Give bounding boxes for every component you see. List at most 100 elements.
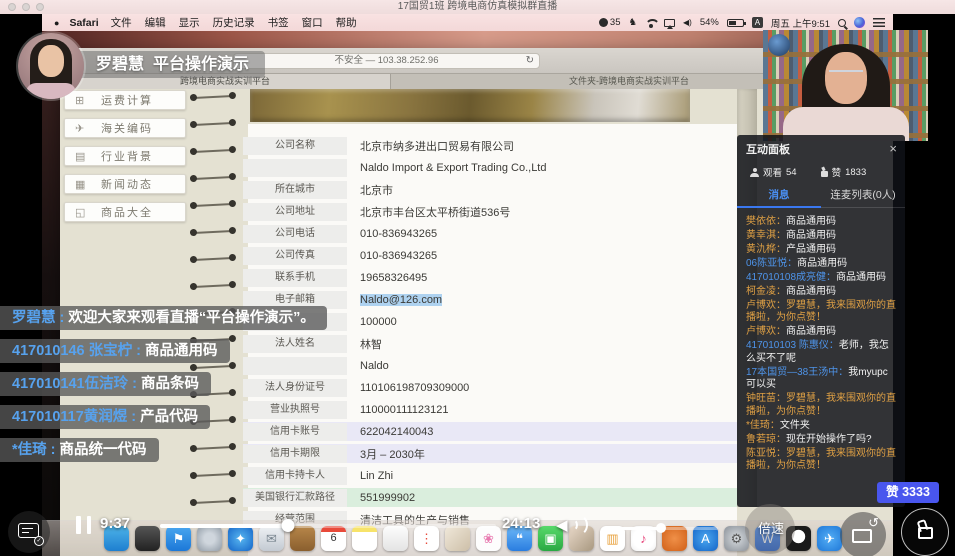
viewers-icon bbox=[750, 168, 759, 177]
spotlight-search-icon[interactable] bbox=[838, 19, 846, 27]
tab-mic-list[interactable]: 连麦列表(0人) bbox=[821, 187, 905, 202]
chat-sender-name: 柯金凌： bbox=[746, 286, 786, 297]
form-value[interactable]: 北京市 bbox=[360, 182, 393, 198]
form-value[interactable]: 北京市纳多进出口贸易有限公司 bbox=[360, 138, 514, 154]
form-value[interactable]: 010-836943265 bbox=[360, 228, 437, 240]
sidebar-item-products[interactable]: ◱ 商品大全 bbox=[64, 202, 186, 222]
form-value[interactable]: Naldo Import & Export Trading Co.,Ltd bbox=[360, 162, 546, 174]
interaction-panel: 互动面板 × 观看54 赞1833 消息 连麦列表(0人) 樊依依：商品通用码 … bbox=[737, 135, 905, 507]
dock-calendar-icon[interactable]: 6 bbox=[321, 526, 346, 551]
volume-icon[interactable]: ◀) bbox=[683, 18, 692, 27]
sidebar-item-icon: ◱ bbox=[75, 206, 101, 219]
dock-notes-icon[interactable] bbox=[352, 526, 377, 551]
dock-folder-icon[interactable] bbox=[290, 526, 315, 551]
input-method-icon[interactable]: A bbox=[752, 17, 763, 28]
chat-sender-name: *佳琦： bbox=[746, 420, 780, 431]
menubar-item[interactable]: 显示 bbox=[179, 15, 200, 30]
menubar-app-name[interactable]: Safari bbox=[69, 17, 98, 29]
dock-launchpad-icon[interactable] bbox=[197, 526, 222, 551]
sidebar-item-news[interactable]: ▦ 新闻动态 bbox=[64, 174, 186, 194]
address-bar[interactable]: 不安全 — 103.38.252.96 ↻ bbox=[233, 53, 540, 69]
dock-mail-icon[interactable]: ✉ bbox=[259, 526, 284, 551]
form-value[interactable]: 100000 bbox=[360, 316, 397, 328]
airplay-icon[interactable] bbox=[664, 19, 675, 27]
sidebar-item-icon: ✈ bbox=[75, 122, 101, 135]
menubar-item[interactable]: 历史记录 bbox=[213, 15, 255, 30]
dock-keynote-icon[interactable]: ⚑ bbox=[166, 526, 191, 551]
playback-speed-button[interactable]: 倍速 bbox=[748, 518, 794, 537]
dock-photos-icon[interactable]: ❀ bbox=[476, 526, 501, 551]
menubar-item[interactable]: 书签 bbox=[268, 15, 289, 30]
chat-message-text: 商品通用码 bbox=[786, 286, 836, 297]
current-time: 9:37 bbox=[100, 515, 130, 532]
dock-dark-app-icon[interactable] bbox=[135, 526, 160, 551]
globe-decoration bbox=[768, 34, 790, 56]
binder-ring bbox=[196, 500, 230, 504]
form-value[interactable]: Lin Zhi bbox=[360, 470, 393, 482]
dock-plane-icon[interactable]: ✈ bbox=[817, 526, 842, 551]
menubar-item[interactable]: 编辑 bbox=[145, 15, 166, 30]
wifi-icon[interactable] bbox=[645, 19, 656, 27]
chat-message-text: 商品通用码 bbox=[786, 230, 836, 241]
notification-center-icon[interactable] bbox=[873, 18, 885, 27]
form-label: 美国银行汇款路径 bbox=[243, 489, 347, 507]
apple-menu-icon[interactable]: ● bbox=[54, 18, 59, 28]
notification-icon bbox=[599, 18, 608, 27]
form-value[interactable]: 3月 – 2030年 bbox=[360, 446, 425, 462]
siri-icon[interactable] bbox=[854, 17, 865, 28]
chat-message-text: 商品通用码 bbox=[836, 272, 886, 283]
sidebar-item-icon: ▤ bbox=[75, 150, 101, 163]
app-status-icon[interactable]: ♞ bbox=[628, 17, 637, 28]
panel-chat-message: 417010103 陈惠仪：老师，我怎么买不了呢 bbox=[746, 340, 897, 365]
progress-handle[interactable] bbox=[281, 519, 294, 532]
volume-handle[interactable] bbox=[656, 523, 666, 533]
menubar-item[interactable]: 帮助 bbox=[336, 15, 357, 30]
dock-craft-icon[interactable] bbox=[445, 526, 470, 551]
chat-message-text: 欢迎大家来观看直播“平台操作演示”。 bbox=[68, 310, 315, 326]
floating-chat-message: 罗碧慧 : 欢迎大家来观看直播“平台操作演示”。 bbox=[0, 306, 327, 330]
panel-chat-message: 17本国贸—38王汤中：我myupc可以买 bbox=[746, 367, 897, 392]
volume-button[interactable]: ◀ bbox=[556, 512, 596, 538]
rotate-screen-button[interactable]: ↺ bbox=[840, 512, 886, 556]
binder-ring bbox=[196, 230, 230, 234]
volume-slider[interactable] bbox=[612, 527, 718, 530]
like-count-button[interactable]: 赞 3333 bbox=[877, 482, 939, 503]
form-value[interactable]: 林智 bbox=[360, 336, 382, 352]
form-value[interactable]: Naldo bbox=[360, 360, 389, 372]
panel-chat-list[interactable]: 樊依依：商品通用码 黄幸淇：商品通用码 黄氿桦：产品通用码 06陈亚悦：商品通用… bbox=[737, 208, 905, 470]
form-value[interactable]: 北京市丰台区太平桥街道536号 bbox=[360, 204, 510, 220]
thumbs-up-button[interactable] bbox=[901, 508, 949, 556]
form-value[interactable]: 010-836943265 bbox=[360, 250, 437, 262]
binder-ring bbox=[196, 122, 230, 126]
form-value[interactable]: 19658326495 bbox=[360, 272, 427, 284]
menubar-item[interactable]: 文件 bbox=[111, 15, 132, 30]
dock-textedit-icon[interactable] bbox=[383, 526, 408, 551]
binder-ring bbox=[196, 176, 230, 180]
page-sidebar: ⊞ 运费计算 ✈ 海关编码 ▤ 行业背景 ▦ 新闻动态 ◱ 商品大全 bbox=[64, 90, 186, 230]
form-value[interactable]: 622042140043 bbox=[360, 426, 433, 438]
dock-safari-icon[interactable]: ✦ bbox=[228, 526, 253, 551]
dock-reminders-icon[interactable]: ⋮ bbox=[414, 526, 439, 551]
tab-messages[interactable]: 消息 bbox=[737, 187, 821, 202]
pause-button[interactable] bbox=[76, 516, 91, 534]
sidebar-item-shipping-calc[interactable]: ⊞ 运费计算 bbox=[64, 90, 186, 110]
menubar-item[interactable]: 窗口 bbox=[302, 15, 323, 30]
form-value[interactable]: Naldo@126.com bbox=[360, 294, 442, 306]
binder-ring bbox=[196, 95, 230, 99]
panel-close-icon[interactable]: × bbox=[889, 144, 897, 154]
chat-sender-name: 417010117黄润煜 : bbox=[12, 409, 140, 425]
sidebar-item-industry-bg[interactable]: ▤ 行业背景 bbox=[64, 146, 186, 166]
viewers-count: 54 bbox=[786, 167, 797, 178]
form-value[interactable]: 110000111123121 bbox=[360, 404, 449, 416]
chat-sender-name: 黄幸淇： bbox=[746, 230, 786, 241]
sidebar-item-customs-code[interactable]: ✈ 海关编码 bbox=[64, 118, 186, 138]
chat-sender-name: 06陈亚悦： bbox=[746, 258, 797, 269]
progress-bar[interactable] bbox=[160, 524, 496, 528]
reload-icon[interactable]: ↻ bbox=[526, 54, 534, 68]
form-label: 公司名称 bbox=[243, 137, 347, 155]
menubar-clock[interactable]: 周五 上午9:51 bbox=[771, 16, 830, 30]
form-value[interactable]: 110106198709309000 bbox=[360, 382, 469, 394]
danmaku-toggle-button[interactable]: ✓ bbox=[8, 511, 50, 553]
form-value[interactable]: 551999902 bbox=[360, 492, 415, 504]
floating-chat-message: 417010146 张宝柠 : 商品通用码 bbox=[0, 339, 230, 363]
